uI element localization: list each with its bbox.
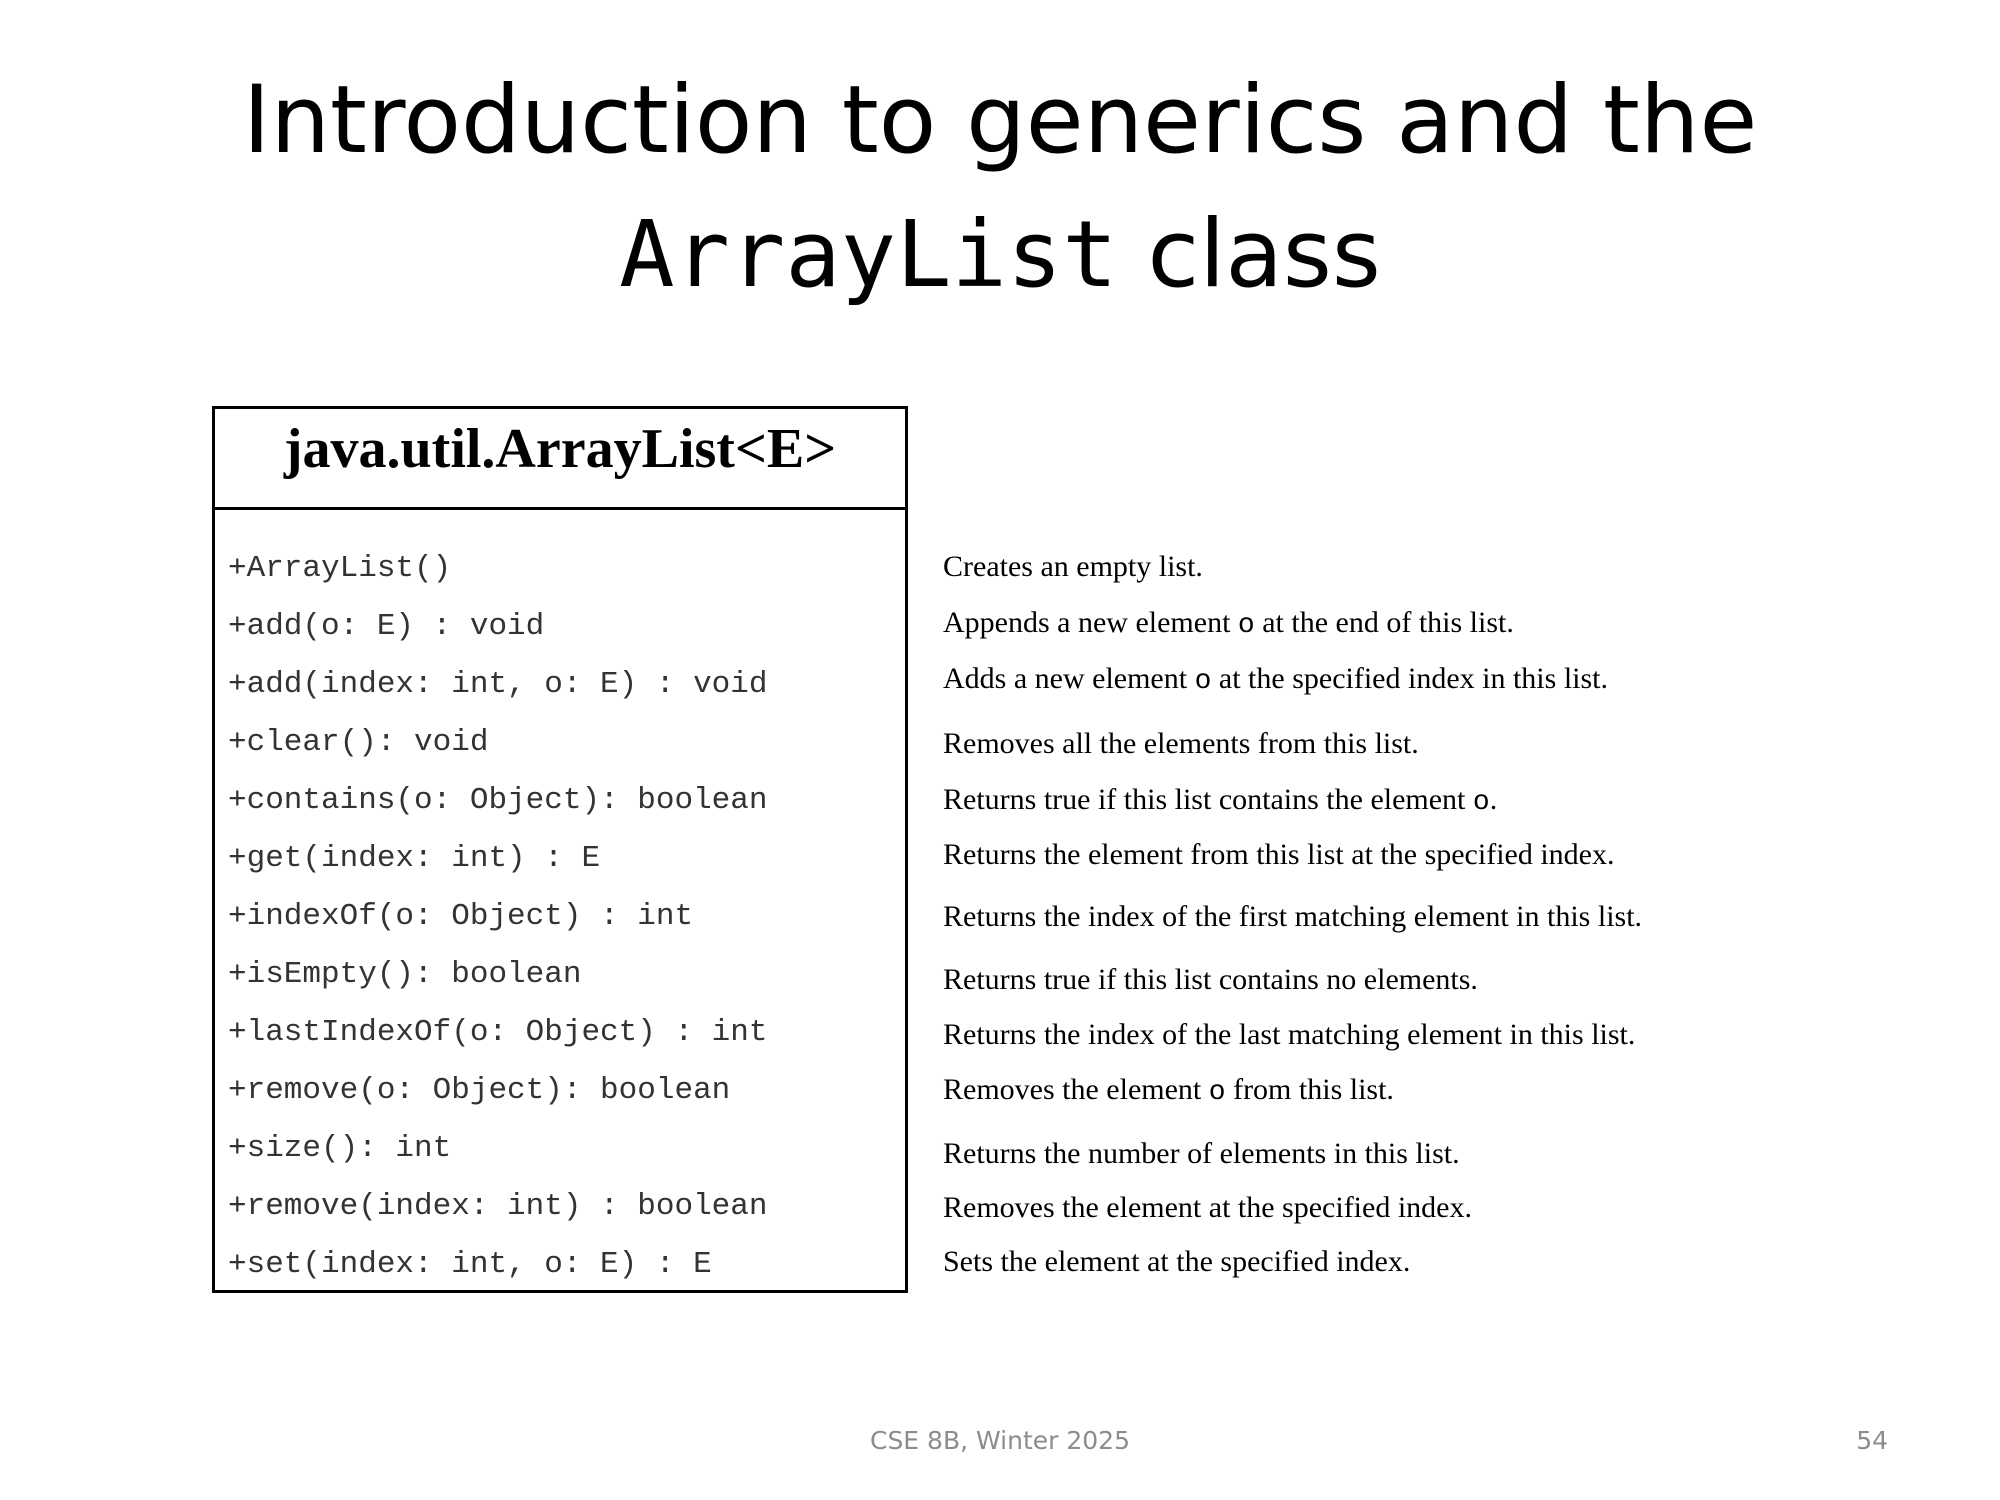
slide-title-line-2: ArrayList class <box>0 208 2000 302</box>
description-text: Returns true if this list contains the e… <box>943 783 1473 816</box>
uml-method-signature: +size(): int <box>228 1131 452 1166</box>
description-text: Returns the index of the first matching … <box>943 900 1643 933</box>
parameter-name: o <box>1472 787 1490 818</box>
uml-method-description: Creates an empty list. <box>943 552 1203 582</box>
uml-method-signature: +get(index: int) : E <box>228 841 601 876</box>
description-text: Removes all the elements from this list. <box>943 727 1419 760</box>
uml-method-description: Returns the index of the last matching e… <box>943 1020 1635 1050</box>
slide-title-suffix: class <box>1147 200 1381 309</box>
description-text: at the specified index in this list. <box>1211 662 1608 695</box>
uml-method-description: Sets the element at the specified index. <box>943 1247 1410 1277</box>
parameter-name: o <box>1194 666 1212 697</box>
uml-method-description: Returns true if this list contains the e… <box>943 785 1497 817</box>
description-text: . <box>1489 783 1498 816</box>
uml-method-description: Removes the element o from this list. <box>943 1075 1394 1107</box>
description-text: Sets the element at the specified index. <box>943 1245 1411 1278</box>
uml-method-signature: +isEmpty(): boolean <box>228 957 582 992</box>
slide-title-code: ArrayList <box>619 201 1118 308</box>
uml-method-signature: +lastIndexOf(o: Object) : int <box>228 1015 768 1050</box>
uml-method-signature: +contains(o: Object): boolean <box>228 783 768 818</box>
parameter-name: o <box>1208 1077 1226 1108</box>
uml-method-signature: +remove(o: Object): boolean <box>228 1073 731 1108</box>
slide-title-line-1: Introduction to generics and the <box>242 66 1758 175</box>
uml-method-signature: +set(index: int, o: E) : E <box>228 1247 712 1282</box>
description-text: Adds a new element <box>943 662 1195 695</box>
uml-class-name: java.util.ArrayList<E> <box>215 409 905 510</box>
uml-method-signature: +indexOf(o: Object) : int <box>228 899 694 934</box>
uml-method-description: Returns the index of the first matching … <box>943 902 1642 932</box>
description-text: Removes the element <box>943 1073 1209 1106</box>
uml-class-diagram: java.util.ArrayList<E> +ArrayList() +add(… <box>212 406 908 1293</box>
uml-method-description: Adds a new element o at the specified in… <box>943 664 1608 696</box>
description-text: Appends a new element <box>943 606 1238 639</box>
uml-method-signature: +add(index: int, o: E) : void <box>228 667 768 702</box>
footer-course: CSE 8B, Winter 2025 <box>869 1426 1130 1455</box>
uml-method-description: Returns the number of elements in this l… <box>943 1139 1460 1169</box>
description-text: Returns true if this list contains no el… <box>943 963 1478 996</box>
uml-method-signature: +remove(index: int) : boolean <box>228 1189 768 1224</box>
description-text: Returns the number of elements in this l… <box>943 1137 1460 1170</box>
footer-page-number: 54 <box>1856 1426 1888 1455</box>
description-text: Returns the index of the last matching e… <box>943 1018 1636 1051</box>
slide: Introduction to generics and the ArrayLi… <box>0 0 2000 1500</box>
uml-method-signature: +clear(): void <box>228 725 489 760</box>
uml-method-signature: +ArrayList() <box>228 551 452 586</box>
description-text: from this list. <box>1225 1073 1394 1106</box>
description-text: at the end of this list. <box>1254 606 1514 639</box>
uml-method-description: Returns the element from this list at th… <box>943 840 1615 870</box>
description-text: Removes the element at the specified ind… <box>943 1191 1472 1224</box>
uml-method-signature: +add(o: E) : void <box>228 609 545 644</box>
description-text: Returns the element from this list at th… <box>943 838 1615 871</box>
uml-method-description: Removes the element at the specified ind… <box>943 1193 1472 1223</box>
uml-method-description: Appends a new element o at the end of th… <box>943 608 1514 640</box>
description-text: Creates an empty list. <box>943 550 1203 583</box>
parameter-name: o <box>1237 610 1255 641</box>
uml-method-description: Removes all the elements from this list. <box>943 729 1419 759</box>
uml-method-description: Returns true if this list contains no el… <box>943 965 1478 995</box>
